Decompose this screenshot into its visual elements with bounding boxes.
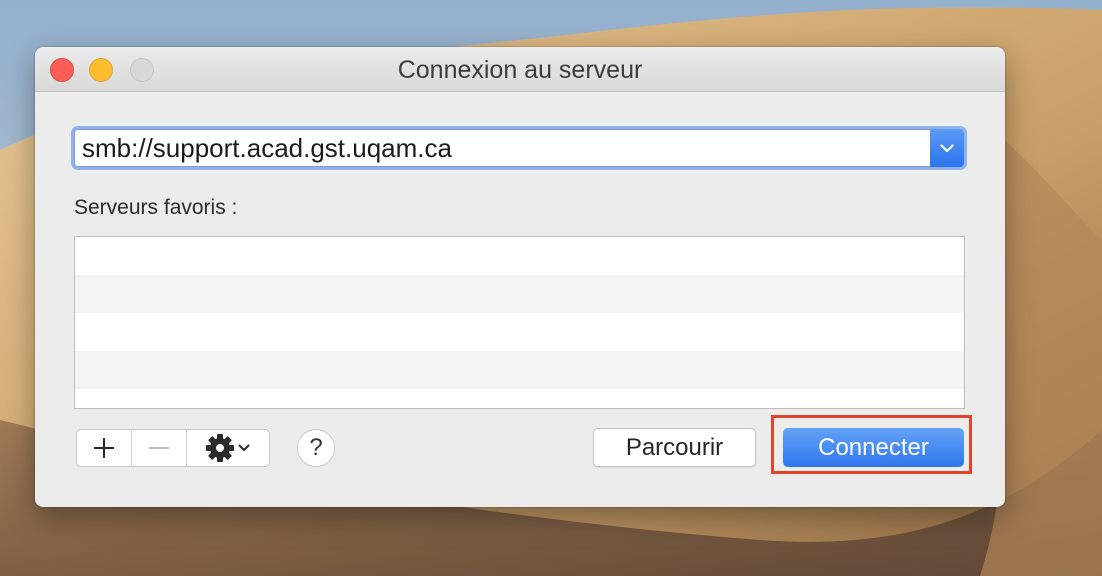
- favorites-actions-menu-button[interactable]: [187, 430, 269, 466]
- favorite-servers-list[interactable]: [74, 236, 965, 409]
- list-item[interactable]: [75, 237, 964, 275]
- chevron-down-icon: [940, 143, 954, 152]
- help-button[interactable]: ?: [297, 429, 335, 467]
- list-item[interactable]: [75, 351, 964, 389]
- browse-button[interactable]: Parcourir: [593, 428, 756, 467]
- gear-icon: [206, 434, 235, 462]
- server-history-dropdown-button[interactable]: [930, 129, 964, 167]
- server-address-combobox[interactable]: smb://support.acad.gst.uqam.ca: [74, 129, 964, 167]
- favorites-toolbar: [76, 429, 270, 467]
- plus-icon: [93, 438, 114, 458]
- chevron-down-icon: [238, 444, 250, 451]
- list-item[interactable]: [75, 275, 964, 313]
- server-address-input[interactable]: smb://support.acad.gst.uqam.ca: [82, 133, 452, 164]
- title-bar: Connexion au serveur: [35, 47, 1005, 92]
- minus-icon: [148, 447, 169, 449]
- favorite-servers-label: Serveurs favoris :: [74, 196, 238, 219]
- connect-button-highlight: [771, 415, 972, 474]
- list-item[interactable]: [75, 313, 964, 351]
- add-favorite-button[interactable]: [77, 430, 132, 466]
- remove-favorite-button[interactable]: [132, 430, 187, 466]
- window-title: Connexion au serveur: [397, 56, 643, 84]
